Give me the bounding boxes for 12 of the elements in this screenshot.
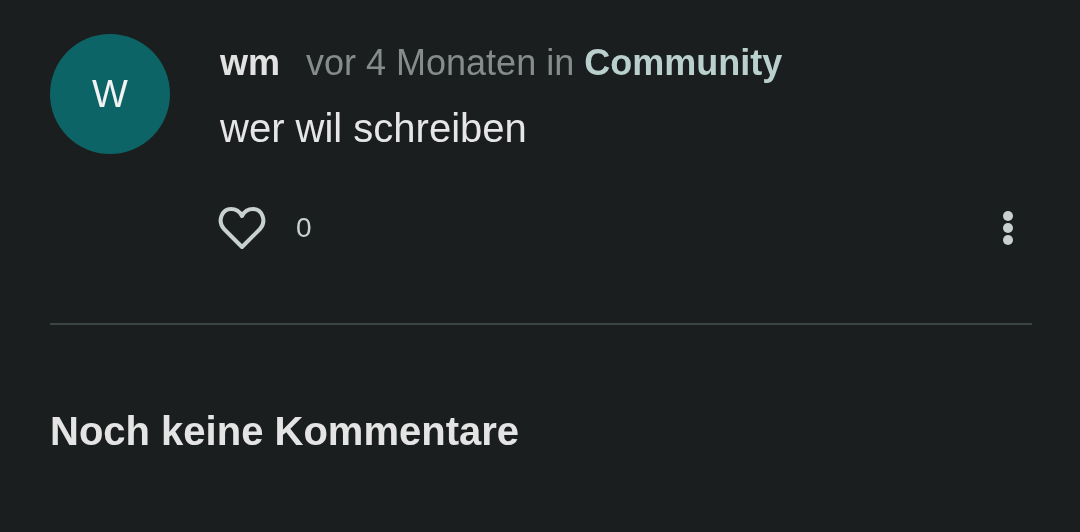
- more-button[interactable]: [1002, 210, 1014, 246]
- category-link[interactable]: Community: [584, 42, 783, 84]
- more-icon: [1002, 210, 1014, 246]
- heart-icon: [218, 206, 266, 250]
- post-text: wer wil schreiben: [220, 106, 528, 151]
- like-count: 0: [296, 212, 312, 244]
- empty-comments-message: Noch keine Kommentare: [50, 409, 520, 453]
- preposition: in: [546, 42, 575, 84]
- avatar: W: [50, 34, 170, 154]
- author-name[interactable]: wm: [220, 42, 280, 84]
- like-button[interactable]: [218, 206, 266, 250]
- post-time: vor 4 Monaten: [306, 42, 537, 84]
